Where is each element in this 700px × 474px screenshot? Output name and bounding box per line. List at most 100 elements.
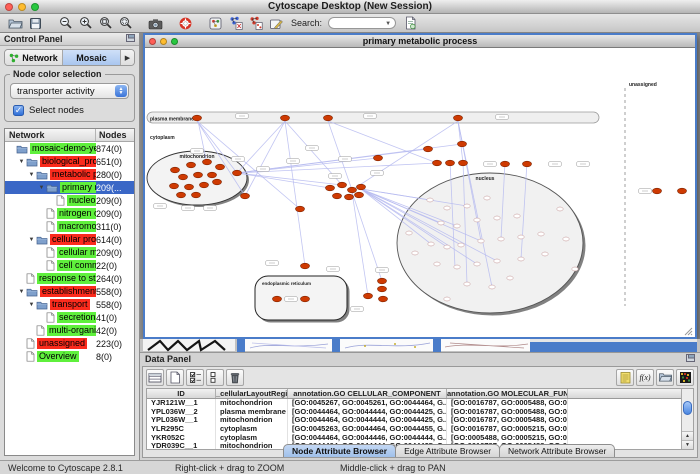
red-node[interactable] — [378, 278, 387, 284]
scrollbar-thumb[interactable] — [683, 401, 692, 415]
tree-row[interactable]: ▼transport558(0) — [5, 298, 134, 311]
white-node[interactable] — [438, 221, 444, 225]
red-node[interactable] — [653, 188, 662, 194]
white-node[interactable] — [427, 198, 433, 202]
dp-fx-icon[interactable]: f(x) — [636, 369, 654, 386]
red-node[interactable] — [454, 115, 463, 121]
white-node[interactable] — [489, 285, 495, 289]
edit-preferences-icon[interactable] — [267, 15, 284, 31]
red-node[interactable] — [193, 115, 202, 121]
red-node[interactable] — [326, 185, 335, 191]
white-node[interactable] — [464, 204, 470, 208]
white-node[interactable] — [412, 251, 418, 255]
red-node[interactable] — [171, 167, 180, 173]
white-node[interactable] — [406, 231, 412, 235]
red-node[interactable] — [458, 141, 467, 147]
expander-icon[interactable]: ▼ — [27, 302, 36, 308]
white-node[interactable] — [572, 267, 578, 271]
white-node[interactable] — [434, 262, 440, 266]
tab-edge-attribute-browser[interactable]: Edge Attribute Browser — [395, 444, 500, 457]
dp-squares-icon[interactable] — [206, 369, 224, 386]
red-node[interactable] — [345, 194, 354, 200]
tree-row[interactable]: nitrogen compo209(0) — [5, 207, 134, 220]
red-node[interactable] — [523, 161, 532, 167]
tree-row[interactable]: response to stimulu264(0) — [5, 272, 134, 285]
white-node[interactable] — [444, 297, 450, 301]
red-node[interactable] — [355, 192, 364, 198]
red-node[interactable] — [241, 193, 250, 199]
red-node[interactable] — [301, 296, 310, 302]
tree-row[interactable]: mosaic-demo-yeast874(0) — [5, 142, 134, 155]
dp-matrix-icon[interactable] — [676, 369, 694, 386]
tab-network[interactable]: Network — [5, 50, 63, 65]
hide-selected-icon[interactable] — [227, 15, 244, 31]
network-canvas[interactable]: plasma membranecytoplasmmitochondrionnuc… — [145, 48, 695, 337]
expander-icon[interactable]: ▼ — [17, 289, 26, 295]
zoom-out-icon[interactable] — [57, 15, 74, 31]
dp-notes-icon[interactable] — [616, 369, 634, 386]
red-node[interactable] — [281, 115, 290, 121]
expander-icon[interactable]: ▼ — [37, 185, 46, 191]
white-node[interactable] — [444, 206, 450, 210]
white-node[interactable] — [518, 257, 524, 261]
tab-network-attribute-browser[interactable]: Network Attribute Browser — [499, 444, 615, 457]
tree-row[interactable]: ▼metabolic process280(0) — [5, 168, 134, 181]
tree-row[interactable]: ▼establishment of lo558(0) — [5, 285, 134, 298]
new-from-selected-icon[interactable] — [247, 15, 264, 31]
white-node[interactable] — [474, 218, 480, 222]
help-icon[interactable] — [177, 15, 194, 31]
tree-row[interactable]: cellular metabo209(0) — [5, 246, 134, 259]
expander-icon[interactable]: ▼ — [27, 172, 36, 178]
white-node[interactable] — [538, 232, 544, 236]
dp-trash-icon[interactable] — [226, 369, 244, 386]
table-row[interactable]: YPL036W__1mitochondrion[GO:0044464, GO:0… — [147, 416, 693, 425]
tree-row[interactable]: nucleobase-209(0) — [5, 194, 134, 207]
red-node[interactable] — [348, 187, 357, 193]
tree-row[interactable]: unassigned223(0) — [5, 337, 134, 350]
red-node[interactable] — [296, 206, 305, 212]
open-folder-icon[interactable] — [7, 15, 24, 31]
red-node[interactable] — [273, 296, 282, 302]
white-node[interactable] — [454, 265, 460, 269]
expander-icon[interactable]: ▼ — [17, 159, 26, 165]
red-node[interactable] — [170, 183, 179, 189]
zoom-region-icon[interactable] — [117, 15, 134, 31]
camera-icon[interactable] — [147, 15, 164, 31]
tree-row[interactable]: ▼cellular process614(0) — [5, 233, 134, 246]
zoom-in-icon[interactable] — [77, 15, 94, 31]
table-row[interactable]: YLR295Ccytoplasm[GO:0045263, GO:0044464,… — [147, 425, 693, 434]
white-node[interactable] — [444, 245, 450, 249]
column-header[interactable]: annotation.GO CELLULAR_COMPONENT — [288, 389, 447, 398]
red-node[interactable] — [192, 192, 201, 198]
red-node[interactable] — [179, 174, 188, 180]
red-node[interactable] — [200, 182, 209, 188]
red-node[interactable] — [194, 172, 203, 178]
red-node[interactable] — [177, 192, 186, 198]
column-header-nodes[interactable]: Nodes — [96, 130, 134, 140]
table-row[interactable]: YJR121W__1mitochondrion[GO:0045267, GO:0… — [147, 399, 693, 408]
white-node[interactable] — [557, 207, 563, 211]
table-row[interactable]: YKR052Ccytoplasm[GO:0044464, GO:0044446,… — [147, 434, 693, 443]
column-header[interactable]: annotation.GO MOLECULAR_FUNCTION — [447, 389, 568, 398]
tree-row[interactable]: secretion41(0) — [5, 311, 134, 324]
column-header-network[interactable]: Network — [5, 129, 96, 141]
white-node[interactable] — [498, 237, 504, 241]
node-color-dropdown[interactable]: transporter activity ▲▼ — [10, 83, 129, 99]
select-nodes-checkbox[interactable]: ✓ — [13, 105, 24, 116]
red-node[interactable] — [233, 170, 242, 176]
white-node[interactable] — [474, 262, 480, 266]
tree-row[interactable]: ▼biological_process651(0) — [5, 155, 134, 168]
red-node[interactable] — [208, 172, 217, 178]
dp-folder-icon[interactable] — [656, 369, 674, 386]
expander-icon[interactable]: ▼ — [27, 237, 36, 243]
tree-row[interactable]: macromolecule311(0) — [5, 220, 134, 233]
white-node[interactable] — [494, 259, 500, 263]
red-node[interactable] — [185, 184, 194, 190]
red-node[interactable] — [203, 159, 212, 165]
red-node[interactable] — [213, 179, 222, 185]
table-row[interactable]: YPL036W__2plasma membrane[GO:0044464, GO… — [147, 408, 693, 417]
white-node[interactable] — [494, 216, 500, 220]
red-node[interactable] — [378, 286, 387, 292]
tree-row[interactable]: Overview8(0) — [5, 350, 134, 363]
red-node[interactable] — [338, 182, 347, 188]
